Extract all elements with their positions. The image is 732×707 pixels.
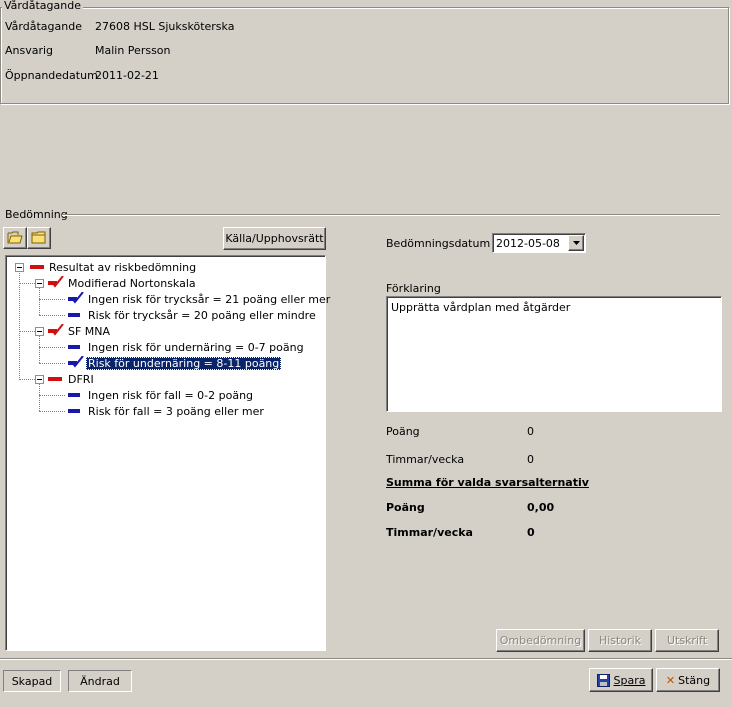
summa-heading: Summa för valda svarsalternativ <box>386 476 589 489</box>
tree-item[interactable]: Risk för trycksår = 20 poäng eller mindr… <box>68 307 316 323</box>
oppnandedatum-value: 2011-02-21 <box>95 69 159 82</box>
historik-button[interactable]: Historik <box>588 629 652 652</box>
save-button-label: Spara <box>613 673 646 687</box>
tree-line <box>19 331 35 332</box>
tree-line <box>39 315 65 316</box>
blue-bar-icon <box>68 313 80 317</box>
ansvarig-value: Malin Persson <box>95 44 171 57</box>
tree-line <box>19 268 20 380</box>
tree-group-label: SF MNA <box>68 324 111 338</box>
expand-all-button[interactable] <box>3 227 27 249</box>
tree-root-label: Resultat av riskbedömning <box>49 260 197 274</box>
tree-line <box>39 363 65 364</box>
forklaring-text: Upprätta vårdplan med åtgärder <box>391 301 571 314</box>
floppy-disk-icon <box>596 673 610 687</box>
blue-bar-icon <box>68 393 80 397</box>
red-check-icon <box>48 322 64 339</box>
skapad-pane: Skapad <box>3 670 61 692</box>
tree-item[interactable]: Ingen risk för undernäring = 0-7 poäng <box>68 339 304 355</box>
utskrift-button[interactable]: Utskrift <box>655 629 719 652</box>
ombedomning-button[interactable]: Ombedömning <box>496 629 585 652</box>
blue-check-icon <box>68 290 84 307</box>
risk-tree[interactable]: Resultat av riskbedömning Modifierad Nor… <box>5 255 330 651</box>
collapse-toggle[interactable] <box>35 327 44 336</box>
timmar-value: 0 <box>527 453 534 466</box>
close-icon: ✕ <box>665 673 676 687</box>
collapse-toggle[interactable] <box>35 279 44 288</box>
red-check-icon <box>48 274 64 291</box>
chevron-down-icon[interactable] <box>568 235 584 251</box>
ansvarig-label: Ansvarig <box>5 44 54 57</box>
vardatagande-label: Vårdåtagande <box>5 20 82 33</box>
tree-line <box>39 336 40 363</box>
tree-group-label: Modifierad Nortonskala <box>68 276 196 290</box>
tree-item-label: Risk för fall = 3 poäng eller mer <box>88 404 264 418</box>
andrad-label: Ändrad <box>80 674 120 688</box>
collapse-all-button[interactable] <box>27 227 51 249</box>
blue-check-icon <box>68 354 84 371</box>
forklaring-textarea[interactable]: Upprätta vårdplan med åtgärder <box>386 296 722 412</box>
vardatagande-legend: Vårdåtagande <box>2 0 83 12</box>
kalla-upphovsratt-button[interactable]: Källa/Upphovsrätt <box>223 227 326 250</box>
forklaring-label: Förklaring <box>386 282 441 295</box>
timmar-label: Timmar/vecka <box>386 453 465 466</box>
oppnandedatum-label: Öppnandedatum <box>5 69 98 82</box>
red-bar-icon <box>48 377 62 381</box>
tree-group-dfri[interactable]: DFRI <box>48 371 94 387</box>
summa-poang-value: 0,00 <box>527 501 555 514</box>
bedomningsdatum-label: Bedömningsdatum <box>386 237 491 250</box>
summa-timmar-value: 0 <box>527 526 535 539</box>
tree-line <box>19 379 35 380</box>
tree-line <box>39 288 40 315</box>
tree-item[interactable]: Ingen risk för trycksår = 21 poäng eller… <box>68 290 331 307</box>
tree-line <box>19 283 35 284</box>
tree-line <box>39 411 65 412</box>
tree-group-sf-mna[interactable]: SF MNA <box>48 322 111 339</box>
close-button-label: Stäng <box>678 673 711 687</box>
footer-divider <box>0 658 732 660</box>
folder-open-icon <box>7 230 23 247</box>
tree-item-label: Risk för undernäring = 8-11 poäng <box>86 356 282 370</box>
summa-timmar-label: Timmar/vecka <box>386 526 473 539</box>
bedomningsdatum-value: 2012-05-08 <box>496 236 560 250</box>
poang-value: 0 <box>527 425 534 438</box>
vardatagande-value: 27608 HSL Sjuksköterska <box>95 20 235 33</box>
tree-root[interactable]: Resultat av riskbedömning <box>30 259 196 275</box>
bedomningsdatum-select[interactable]: 2012-05-08 <box>492 233 586 253</box>
tree-line <box>39 347 65 348</box>
tree-line <box>39 395 65 396</box>
save-button[interactable]: Spara <box>589 668 653 692</box>
tree-item-label: Ingen risk för fall = 0-2 poäng <box>88 388 254 402</box>
tree-item-label: Risk för trycksår = 20 poäng eller mindr… <box>88 308 316 322</box>
tree-item-label: Ingen risk för undernäring = 0-7 poäng <box>88 340 304 354</box>
close-button[interactable]: ✕ Stäng <box>656 668 720 692</box>
blue-bar-icon <box>68 345 80 349</box>
tree-group-label: DFRI <box>68 372 94 386</box>
red-bar-icon <box>30 265 44 269</box>
summa-poang-label: Poäng <box>386 501 425 514</box>
tree-item[interactable]: Risk för fall = 3 poäng eller mer <box>68 403 264 419</box>
poang-label: Poäng <box>386 425 420 438</box>
andrad-pane: Ändrad <box>68 670 132 692</box>
skapad-label: Skapad <box>11 674 53 688</box>
collapse-toggle[interactable] <box>35 375 44 384</box>
tree-item-selected[interactable]: Risk för undernäring = 8-11 poäng <box>68 354 282 371</box>
tree-line <box>39 299 65 300</box>
tree-group-nortonskala[interactable]: Modifierad Nortonskala <box>48 274 196 291</box>
collapse-toggle[interactable] <box>15 263 24 272</box>
tree-item-label: Ingen risk för trycksår = 21 poäng eller… <box>88 292 331 306</box>
tree-line <box>39 384 40 411</box>
folder-closed-icon <box>31 230 47 247</box>
tree-item[interactable]: Ingen risk för fall = 0-2 poäng <box>68 387 253 403</box>
bedomning-legend: Bedömning <box>5 208 68 221</box>
bedomning-divider <box>62 214 720 216</box>
blue-bar-icon <box>68 409 80 413</box>
